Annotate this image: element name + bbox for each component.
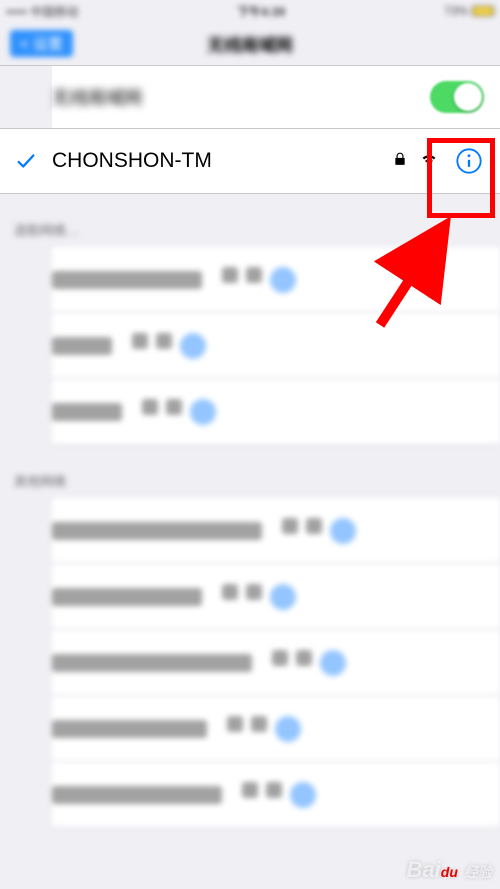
nav-bar: < 设置 无线局域网	[0, 22, 500, 66]
network-row[interactable]	[52, 379, 500, 445]
network-name	[52, 654, 252, 672]
info-button[interactable]	[190, 399, 216, 425]
checkmark-icon	[0, 150, 52, 172]
lock-icon	[242, 782, 258, 798]
wifi-signal-icon	[296, 650, 312, 666]
network-name	[52, 522, 262, 540]
wifi-toggle-row: 无线局域网	[52, 66, 500, 128]
lock-icon	[222, 267, 238, 283]
network-row[interactable]	[52, 313, 500, 379]
battery-icon	[472, 6, 494, 16]
page-title: 无线局域网	[208, 31, 293, 56]
lock-icon	[142, 399, 158, 415]
wifi-signal-icon	[306, 518, 322, 534]
status-bar: ••••• 中国移动 下午4:39 73%	[0, 0, 500, 22]
info-button[interactable]	[330, 518, 356, 544]
network-name	[52, 588, 202, 606]
wifi-signal-icon	[156, 333, 172, 349]
lock-icon	[132, 333, 148, 349]
info-button[interactable]	[180, 333, 206, 359]
network-name	[52, 337, 112, 355]
wifi-signal-icon	[414, 150, 444, 173]
lock-icon	[386, 150, 414, 173]
info-button[interactable]	[450, 142, 488, 180]
network-row[interactable]	[52, 564, 500, 630]
network-row[interactable]	[52, 696, 500, 762]
connected-network-row[interactable]: CHONSHON-TM	[0, 128, 500, 194]
lock-icon	[282, 518, 298, 534]
network-name	[52, 403, 122, 421]
network-row[interactable]	[52, 630, 500, 696]
wifi-signal-icon	[266, 782, 282, 798]
wifi-toggle-label: 无线局域网	[52, 84, 142, 110]
watermark: Baidu 经验	[407, 857, 492, 883]
info-button[interactable]	[270, 267, 296, 293]
lock-icon	[227, 716, 243, 732]
wifi-signal-icon	[166, 399, 182, 415]
info-button[interactable]	[320, 650, 346, 676]
wifi-signal-icon	[246, 267, 262, 283]
network-name	[52, 271, 202, 289]
network-row[interactable]	[52, 762, 500, 828]
wifi-toggle-switch[interactable]	[430, 81, 484, 113]
back-button[interactable]: < 设置	[10, 30, 73, 57]
wifi-signal-icon	[246, 584, 262, 600]
info-button[interactable]	[270, 584, 296, 610]
status-carrier: ••••• 中国移动	[6, 3, 78, 20]
info-button[interactable]	[290, 782, 316, 808]
section-header-other: 其他网络	[0, 445, 500, 498]
info-button[interactable]	[275, 716, 301, 742]
status-time: 下午4:39	[237, 3, 285, 20]
network-name	[52, 786, 222, 804]
lock-icon	[222, 584, 238, 600]
network-name	[52, 720, 207, 738]
lock-icon	[272, 650, 288, 666]
section-header-choose: 选取网络…	[0, 194, 500, 247]
network-row[interactable]	[52, 247, 500, 313]
wifi-signal-icon	[251, 716, 267, 732]
network-row[interactable]	[52, 498, 500, 564]
status-battery-percent: 73%	[444, 4, 468, 18]
connected-network-name: CHONSHON-TM	[52, 149, 386, 173]
